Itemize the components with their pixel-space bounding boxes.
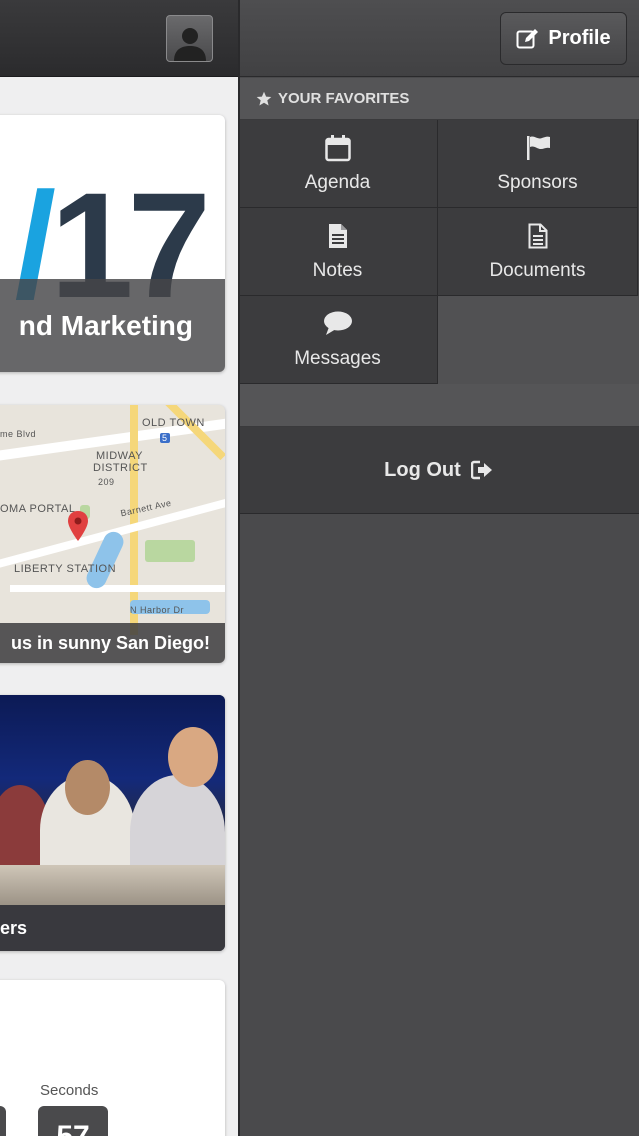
favorite-label: Messages: [294, 348, 381, 369]
user-avatar-button[interactable]: [166, 15, 213, 62]
countdown-card: : Seconds 57: [0, 980, 225, 1136]
favorite-sponsors[interactable]: Sponsors: [438, 120, 638, 208]
flag-icon: [526, 136, 550, 160]
map-banner: us in sunny San Diego!: [0, 623, 225, 663]
venue-map-card[interactable]: OLD TOWN MIDWAY DISTRICT OMA PORTAL LIBE…: [0, 405, 225, 663]
favorite-label: Documents: [489, 260, 586, 281]
favorites-empty-slot: [438, 296, 639, 384]
menu-header: Profile: [238, 0, 639, 77]
favorite-label: Sponsors: [497, 172, 578, 193]
speakers-banner: kers: [0, 905, 225, 951]
map-label: me Blvd: [0, 429, 37, 439]
countdown-seconds-label: Seconds: [40, 1082, 99, 1099]
favorites-header: YOUR FAVORITES: [238, 78, 639, 120]
favorite-agenda[interactable]: Agenda: [238, 120, 438, 208]
map-label: N Harbor Dr: [130, 605, 185, 615]
map-label: LIBERTY STATION: [14, 563, 117, 575]
profile-button[interactable]: Profile: [500, 12, 627, 65]
user-silhouette-icon: [173, 28, 206, 61]
star-icon: [256, 91, 272, 105]
sign-out-icon: [470, 460, 492, 480]
map-label: 5: [160, 433, 170, 443]
countdown-seconds-value: 57: [38, 1106, 108, 1136]
chat-bubble-icon: [323, 311, 352, 335]
map-pin-icon: [68, 511, 88, 541]
favorites-header-label: YOUR FAVORITES: [278, 90, 410, 107]
event-hero-card[interactable]: /17 nd Marketing: [0, 115, 225, 372]
logout-label: Log Out: [384, 458, 461, 481]
countdown-minutes-box: [0, 1106, 6, 1136]
edit-icon: [516, 28, 539, 48]
profile-label: Profile: [548, 27, 611, 49]
side-menu: Profile YOUR FAVORITES Agenda Sponsors N…: [238, 0, 639, 1136]
speakers-photo-card[interactable]: kers: [0, 695, 225, 951]
hero-banner: nd Marketing: [0, 279, 225, 372]
document-icon: [528, 223, 547, 249]
map-label: OLD TOWN: [142, 417, 205, 429]
favorite-documents[interactable]: Documents: [438, 208, 638, 296]
calendar-icon: [324, 135, 351, 162]
map-label: MIDWAY: [96, 450, 143, 462]
favorite-label: Notes: [312, 260, 363, 281]
map-label: OMA PORTAL: [0, 503, 76, 515]
map-label: 209: [98, 477, 115, 487]
favorite-label: Agenda: [304, 172, 371, 193]
menu-section-spacer: [238, 384, 639, 427]
main-header: [0, 0, 238, 77]
note-icon: [328, 224, 347, 248]
map-label: DISTRICT: [93, 462, 148, 474]
favorite-notes[interactable]: Notes: [238, 208, 438, 296]
main-content-pane: /17 nd Marketing OLD TOWN MIDWAY DISTRIC…: [0, 0, 238, 1136]
favorite-messages[interactable]: Messages: [238, 296, 438, 384]
logout-button[interactable]: Log Out: [238, 427, 639, 514]
